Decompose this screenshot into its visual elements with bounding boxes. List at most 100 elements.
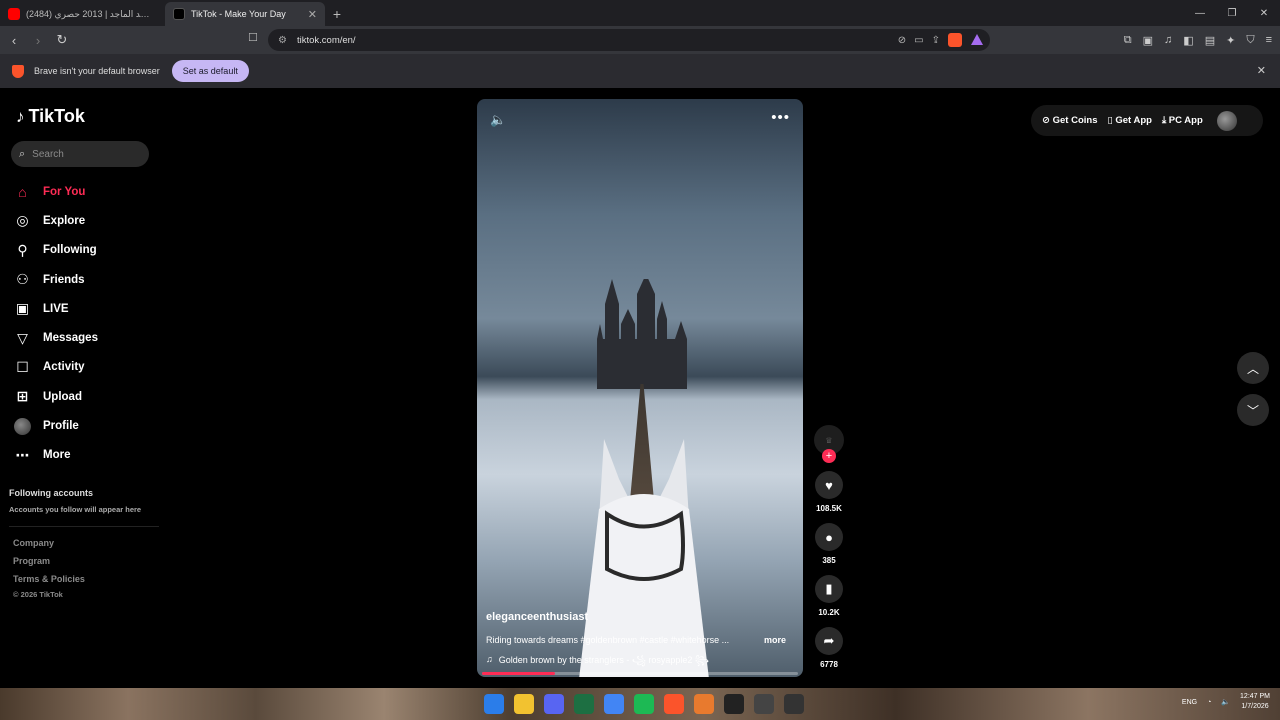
footer-link-program[interactable]: Program: [13, 556, 85, 574]
media-icon[interactable]: ⊘: [898, 35, 906, 46]
tab-youtube[interactable]: (2484) غروبة - راشد الماجد | 2013 حصري: [0, 2, 165, 26]
video-progress-bar[interactable]: [482, 672, 798, 675]
close-window-icon[interactable]: ✕: [1248, 0, 1280, 26]
previous-video-button[interactable]: ︿: [1237, 352, 1269, 384]
nav-label: Activity: [43, 361, 85, 374]
clock[interactable]: 12:47 PM 1/7/2026: [1240, 692, 1270, 712]
nav-label: Upload: [43, 390, 82, 403]
next-video-button[interactable]: ﹀: [1237, 394, 1269, 426]
sidebar-icon[interactable]: ◧: [1183, 34, 1193, 47]
nav-for-you[interactable]: ⌂ For You: [14, 177, 98, 206]
chrome-icon[interactable]: [604, 694, 624, 714]
extension-icons: ⧉ ▣ ♫ ◧ ▤ ✦ ⛉ ≡: [1124, 26, 1272, 54]
back-icon[interactable]: ‹: [4, 30, 24, 50]
app-icon[interactable]: [694, 694, 714, 714]
spotify-icon[interactable]: [634, 694, 654, 714]
nav-following[interactable]: ⚲ Following: [14, 236, 98, 265]
media-player-icon[interactable]: [784, 694, 804, 714]
like-button[interactable]: ♥: [815, 471, 843, 499]
video-username[interactable]: eleganceenthusiast: [486, 611, 588, 623]
video-player[interactable]: 🔈 ••• eleganceenthusiast Riding towards …: [477, 99, 803, 677]
search-input[interactable]: [32, 148, 133, 160]
save-button[interactable]: ▮: [815, 575, 843, 603]
discord-icon[interactable]: [544, 694, 564, 714]
nav-label: Messages: [43, 332, 98, 345]
nav-upload[interactable]: ⊞ Upload: [14, 382, 98, 411]
get-coins-button[interactable]: ⊘ Get Coins: [1042, 115, 1097, 126]
video-music[interactable]: ♫ Golden brown by the stranglers - ꧁ ros…: [486, 654, 709, 672]
download-icon: ⤓: [1161, 115, 1167, 126]
nav-live[interactable]: ▣ LIVE: [14, 294, 98, 323]
reload-icon[interactable]: ↻: [52, 30, 72, 50]
windows-taskbar: ENG ◔ 🔈 12:47 PM 1/7/2026: [0, 688, 1280, 720]
close-tab-icon[interactable]: ✕: [308, 8, 317, 21]
wallet-icon[interactable]: ▤: [1205, 34, 1215, 47]
friends-icon: ⚇: [16, 271, 29, 288]
brave-icon[interactable]: [664, 694, 684, 714]
nav-profile[interactable]: Profile: [14, 411, 98, 440]
nav-friends[interactable]: ⚇ Friends: [14, 265, 98, 294]
nav-label: LIVE: [43, 302, 69, 315]
volume-tray-icon[interactable]: 🔈: [1221, 698, 1230, 706]
extensions-icon[interactable]: ⧉: [1124, 34, 1132, 47]
send-icon: ▽: [17, 329, 28, 346]
start-icon[interactable]: [484, 694, 504, 714]
wifi-icon[interactable]: ◔: [1207, 699, 1211, 706]
site-settings-icon[interactable]: ⚙: [278, 35, 287, 46]
clock-date: 1/7/2026: [1241, 703, 1269, 710]
nav-more[interactable]: ⋯ More: [14, 441, 98, 470]
nav-explore[interactable]: ◎ Explore: [14, 206, 98, 235]
default-browser-infobar: Brave isn't your default browser Set as …: [0, 54, 1280, 88]
browser-tab-strip: (2484) غروبة - راشد الماجد | 2013 حصري T…: [0, 0, 1280, 26]
user-avatar[interactable]: [1216, 110, 1237, 131]
footer-link-company[interactable]: Company: [13, 538, 85, 556]
comment-button[interactable]: ●: [815, 523, 843, 551]
excel-icon[interactable]: [574, 694, 594, 714]
close-infobar-icon[interactable]: ✕: [1257, 64, 1266, 77]
vpn-icon[interactable]: ⛉: [1246, 34, 1254, 47]
pc-app-button[interactable]: ⤓ PC App: [1162, 115, 1203, 126]
restore-icon[interactable]: ❐: [1216, 0, 1248, 26]
description-text: Riding towards dreams #goldenbrown #cast…: [486, 635, 730, 645]
leo-ai-icon[interactable]: ✦: [1226, 34, 1235, 47]
brave-shield-icon: [12, 64, 24, 78]
brand-name: TikTok: [28, 106, 85, 126]
share-button[interactable]: ➦: [815, 627, 843, 655]
follow-plus-icon[interactable]: +: [822, 449, 836, 463]
bookmark-icon[interactable]: ☐: [248, 31, 258, 44]
bookmark-icon: ▮: [825, 581, 833, 596]
cast-icon[interactable]: ▭: [914, 35, 923, 46]
get-app-button[interactable]: ▯ Get App: [1107, 115, 1151, 126]
menu-icon[interactable]: ≡: [1266, 34, 1272, 46]
reading-list-icon[interactable]: ▣: [1143, 34, 1153, 47]
nav-activity[interactable]: ☐ Activity: [14, 353, 98, 382]
brave-shields-icon[interactable]: [948, 33, 962, 47]
url-text: tiktok.com/en/: [296, 34, 356, 46]
share-icon[interactable]: ⇪: [932, 35, 940, 46]
search-box[interactable]: ⌕: [11, 141, 149, 167]
set-default-button[interactable]: Set as default: [171, 60, 249, 82]
video-progress-fill: [482, 672, 555, 675]
address-bar-icons: ⊘ ▭ ⇪: [898, 29, 984, 51]
file-explorer-icon[interactable]: [514, 694, 534, 714]
address-bar[interactable]: ⚙ tiktok.com/en/ ⊘ ▭ ⇪: [268, 29, 990, 51]
nav-messages[interactable]: ▽ Messages: [14, 323, 98, 352]
brave-rewards-icon[interactable]: [970, 33, 984, 47]
music-icon[interactable]: ♫: [1164, 34, 1172, 46]
comment-count: 385: [822, 556, 836, 565]
tiktok-logo[interactable]: ♪ TikTok: [16, 106, 85, 127]
message-square-icon: ☐: [16, 358, 29, 375]
new-tab-button[interactable]: +: [325, 2, 349, 26]
taskbar-apps: [484, 694, 804, 714]
forward-icon[interactable]: ›: [28, 30, 48, 50]
volume-icon[interactable]: 🔈: [490, 112, 506, 128]
minimize-icon[interactable]: —: [1184, 0, 1216, 26]
record-icon[interactable]: [754, 694, 774, 714]
tab-title: (2484) غروبة - راشد الماجد | 2013 حصري: [26, 8, 157, 19]
language-indicator[interactable]: ENG: [1182, 699, 1197, 706]
nav-label: Profile: [43, 420, 79, 433]
video-more-icon[interactable]: •••: [771, 109, 790, 126]
obs-icon[interactable]: [724, 694, 744, 714]
tab-tiktok[interactable]: TikTok - Make Your Day ✕: [165, 2, 325, 26]
more-button[interactable]: more: [764, 635, 786, 645]
